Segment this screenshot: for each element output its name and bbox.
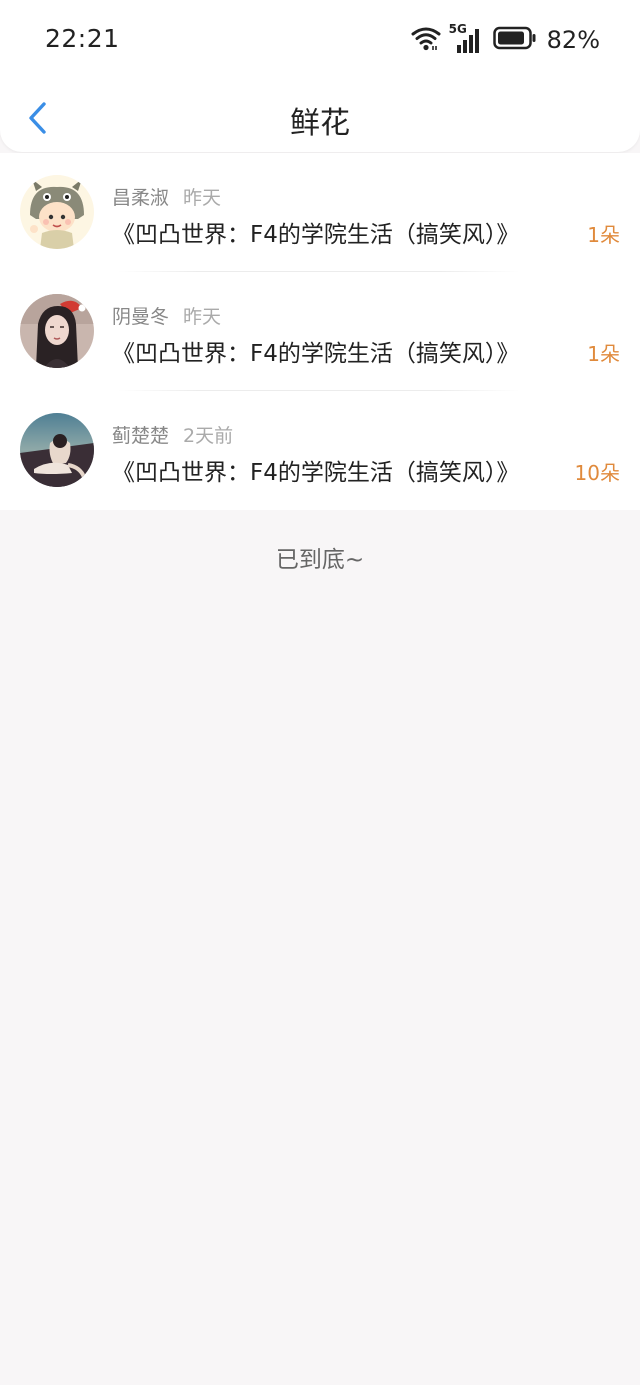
status-icons: 5G 82% [411,22,600,58]
list-item[interactable]: 阴曼冬 昨天 《凹凸世界：F4的学院生活（搞笑风）》 1朵 [0,272,640,391]
screen: 22:21 5G 82% 鲜花 昌柔淑 昨天 《凹凸世界：F4的学院生活（搞笑风… [0,0,640,1385]
battery-icon [492,26,537,54]
sender-name[interactable]: 昌柔淑 [112,187,169,209]
top-bar: 22:21 5G 82% 鲜花 [0,0,640,152]
end-of-list-text: 已到底~ [275,547,365,573]
signal-icon: 5G [449,22,485,55]
sent-time: 昨天 [183,306,222,328]
flower-list: 昌柔淑 昨天 《凹凸世界：F4的学院生活（搞笑风）》 1朵 阴曼冬 昨天 《凹凸… [0,153,640,510]
sent-time: 昨天 [183,187,222,209]
sender-line: 蓟楚楚 2天前 [112,421,233,448]
sender-name[interactable]: 蓟楚楚 [112,425,169,447]
page-title: 鲜花 [290,106,350,141]
battery-percent: 82% [546,26,600,54]
book-title[interactable]: 《凹凸世界：F4的学院生活（搞笑风）》 [112,215,519,249]
book-title[interactable]: 《凹凸世界：F4的学院生活（搞笑风）》 [112,453,519,487]
sender-line: 阴曼冬 昨天 [112,302,221,329]
flower-count: 1朵 [587,223,620,247]
sender-name[interactable]: 阴曼冬 [112,306,169,328]
flower-count: 1朵 [587,342,620,366]
sent-time: 2天前 [183,425,234,447]
book-title[interactable]: 《凹凸世界：F4的学院生活（搞笑风）》 [112,334,519,368]
list-item[interactable]: 蓟楚楚 2天前 《凹凸世界：F4的学院生活（搞笑风）》 10朵 [0,391,640,510]
sender-line: 昌柔淑 昨天 [112,183,221,210]
flower-count: 10朵 [574,461,620,485]
wifi-icon [411,25,441,55]
list-item[interactable]: 昌柔淑 昨天 《凹凸世界：F4的学院生活（搞笑风）》 1朵 [0,153,640,272]
avatar[interactable] [20,294,94,368]
status-time: 22:21 [45,24,120,53]
avatar[interactable] [20,175,94,249]
avatar[interactable] [20,413,94,487]
